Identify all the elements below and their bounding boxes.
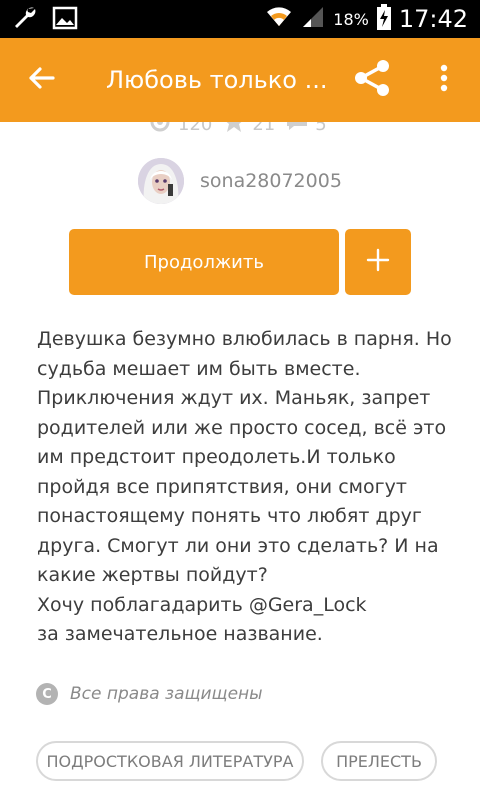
status-notifications — [12, 5, 78, 35]
copyright-icon: C — [36, 683, 58, 705]
status-bar: 18% 17:42 — [0, 0, 480, 38]
back-button[interactable] — [18, 60, 64, 100]
add-to-library-button[interactable] — [345, 229, 411, 295]
battery-percent: 18% — [333, 9, 369, 29]
copyright-row: C Все права защищены — [36, 683, 263, 705]
battery-charging-icon — [376, 4, 391, 34]
app-bar: Любовь только ... — [0, 38, 480, 122]
author-username[interactable]: sona28072005 — [200, 170, 342, 192]
wifi-icon — [265, 4, 293, 34]
continue-label: Продолжить — [144, 251, 264, 273]
signal-icon — [301, 5, 325, 33]
status-system: 18% 17:42 — [265, 0, 468, 38]
more-options-button[interactable] — [426, 58, 462, 102]
story-description: Девушка безумно влюбилась в парня. Но су… — [37, 328, 452, 645]
page-title: Любовь только ... — [106, 66, 328, 94]
share-button[interactable] — [350, 58, 394, 102]
plus-icon — [366, 248, 390, 276]
tag-chip[interactable]: ПРЕЛЕСТЬ — [321, 741, 437, 781]
arrow-back-icon — [27, 66, 55, 94]
continue-reading-button[interactable]: Продолжить — [69, 229, 339, 295]
share-icon — [352, 58, 392, 102]
clock: 17:42 — [398, 5, 468, 33]
copyright-text: Все права защищены — [70, 684, 263, 704]
image-icon — [52, 5, 78, 35]
wrench-icon — [12, 5, 38, 35]
more-vert-icon — [440, 64, 448, 96]
author-row[interactable]: sona28072005 — [138, 158, 342, 204]
avatar[interactable] — [138, 158, 184, 204]
tag-chip[interactable]: ПОДРОСТКОВАЯ ЛИТЕРАТУРА — [36, 741, 304, 781]
